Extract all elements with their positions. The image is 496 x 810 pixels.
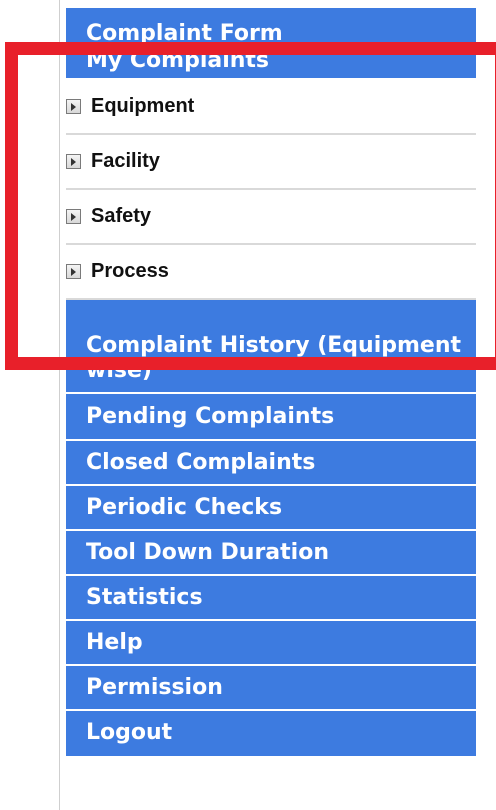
menu-item-pending-complaints[interactable]: Pending Complaints bbox=[66, 394, 476, 441]
expand-icon[interactable] bbox=[66, 99, 81, 114]
menu-item-closed-complaints[interactable]: Closed Complaints bbox=[66, 441, 476, 486]
page: Complaint Form My Complaints Equipment F… bbox=[0, 0, 496, 810]
submenu-item-label: Process bbox=[91, 260, 169, 282]
menu-item-tool-down-duration[interactable]: Tool Down Duration bbox=[66, 531, 476, 576]
submenu-item-label: Equipment bbox=[91, 95, 195, 117]
menu-item-my-complaints[interactable]: My Complaints bbox=[66, 45, 476, 80]
submenu-item-process[interactable]: Process bbox=[66, 245, 476, 300]
menu-item-complaint-history[interactable]: Complaint History (Equipment wise) bbox=[66, 300, 476, 394]
expand-icon[interactable] bbox=[66, 264, 81, 279]
menu-item-complaint-form[interactable]: Complaint Form bbox=[66, 8, 476, 45]
menu-item-periodic-checks[interactable]: Periodic Checks bbox=[66, 486, 476, 531]
submenu-item-safety[interactable]: Safety bbox=[66, 190, 476, 245]
menu-item-permission[interactable]: Permission bbox=[66, 666, 476, 711]
expand-icon[interactable] bbox=[66, 154, 81, 169]
my-complaints-submenu: Equipment Facility Safety Process bbox=[66, 80, 476, 300]
menu-item-logout[interactable]: Logout bbox=[66, 711, 476, 756]
expand-icon[interactable] bbox=[66, 209, 81, 224]
submenu-item-label: Facility bbox=[91, 150, 160, 172]
submenu-item-label: Safety bbox=[91, 205, 152, 227]
submenu-item-equipment[interactable]: Equipment bbox=[66, 80, 476, 135]
submenu-item-facility[interactable]: Facility bbox=[66, 135, 476, 190]
main-menu: Complaint Form My Complaints Equipment F… bbox=[66, 8, 476, 756]
menu-item-statistics[interactable]: Statistics bbox=[66, 576, 476, 621]
left-divider bbox=[59, 0, 60, 810]
menu-item-help[interactable]: Help bbox=[66, 621, 476, 666]
